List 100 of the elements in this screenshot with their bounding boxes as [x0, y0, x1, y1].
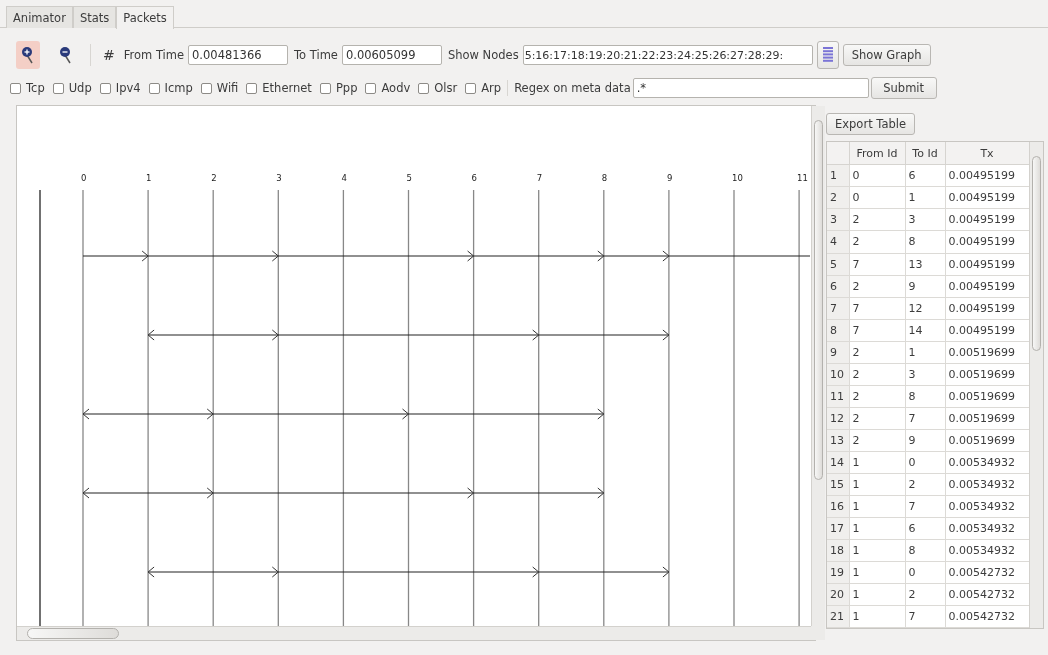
node-label: 4: [341, 173, 347, 183]
table-cell: 2: [849, 363, 905, 386]
table-cell: 7: [905, 495, 945, 518]
table-cell: 8: [905, 385, 945, 408]
zoom-in-icon: [21, 46, 35, 64]
submit-button[interactable]: Submit: [870, 77, 937, 99]
node-label: 6: [471, 173, 477, 183]
to-time-field[interactable]: 0.00605099: [341, 45, 442, 65]
node-label: 9: [666, 173, 673, 183]
node-label: 7: [536, 173, 543, 183]
row-number: 12: [827, 407, 849, 430]
table-cell: 2: [849, 208, 905, 231]
table-cell: 13: [905, 253, 945, 275]
regex-label: Regex on meta data: [514, 81, 631, 95]
row-number: 9: [827, 341, 849, 364]
table-cell: 1: [849, 495, 905, 518]
table-cell: 1: [849, 451, 905, 474]
to-time-label: To Time: [294, 48, 338, 62]
checkbox-label: Icmp: [164, 81, 193, 95]
row-number: 2: [827, 186, 849, 209]
column-header[interactable]: Tx: [945, 142, 1029, 165]
show-graph-button[interactable]: Show Graph: [842, 44, 931, 66]
show-nodes-label: Show Nodes: [447, 48, 519, 62]
checkbox[interactable]: [148, 82, 160, 94]
row-number: 1: [827, 164, 849, 187]
checkbox-label: Ipv4: [115, 81, 141, 95]
row-number: 14: [827, 451, 849, 474]
from-time-field[interactable]: 0.00481366: [188, 45, 289, 65]
table-cell: 7: [905, 407, 945, 430]
table-scrollbar[interactable]: [1029, 142, 1043, 628]
table-cell: 2: [849, 407, 905, 430]
checkbox[interactable]: [418, 82, 430, 94]
checkbox[interactable]: [319, 82, 331, 94]
table-cell: 7: [849, 319, 905, 342]
row-number: 11: [827, 385, 849, 408]
table-cell: 2: [849, 429, 905, 452]
row-number: 20: [827, 583, 849, 606]
table-cell: 1: [849, 473, 905, 496]
checkbox-label: Tcp: [26, 81, 45, 95]
row-number: 7: [827, 297, 849, 320]
table-cell: 1: [849, 583, 905, 606]
row-number: 13: [827, 429, 849, 452]
table-cell: 0: [849, 186, 905, 209]
table-cell: 6: [905, 164, 945, 187]
scrollbar-thumb[interactable]: [27, 628, 119, 639]
table-cell: 3: [905, 208, 945, 231]
export-table-button[interactable]: Export Table: [826, 113, 916, 135]
table-cell: 0: [905, 451, 945, 474]
table-cell: 0: [905, 561, 945, 584]
column-header[interactable]: To Id: [905, 142, 945, 165]
row-number: 16: [827, 495, 849, 518]
node-list-button[interactable]: [816, 41, 839, 69]
table-cell: 2: [849, 341, 905, 364]
horizontal-scrollbar[interactable]: [17, 626, 811, 640]
checkbox[interactable]: [99, 82, 111, 94]
checkbox-label: Ppp: [335, 81, 358, 95]
table-cell: 2: [905, 473, 945, 496]
row-number: 21: [827, 605, 849, 628]
table-cell: 2: [905, 583, 945, 606]
table-cell: 0: [849, 164, 905, 187]
checkbox-label: Arp: [481, 81, 502, 95]
row-number: 5: [827, 253, 849, 275]
table-cell: 12: [905, 297, 945, 320]
checkbox[interactable]: [200, 82, 212, 94]
checkbox-label: Wifi: [216, 81, 239, 95]
table-cell: 1: [849, 539, 905, 562]
tab[interactable]: Packets: [116, 6, 174, 29]
table-cell: 1: [849, 605, 905, 628]
column-header[interactable]: From Id: [849, 142, 905, 165]
hash-symbol: #: [103, 47, 115, 63]
table-cell: 2: [849, 275, 905, 298]
tab[interactable]: Stats: [72, 6, 117, 28]
table-cell: 3: [905, 363, 945, 386]
checkbox[interactable]: [246, 82, 258, 94]
row-number: 17: [827, 517, 849, 540]
row-number: 6: [827, 275, 849, 298]
tab[interactable]: Animator: [6, 6, 73, 28]
show-nodes-field[interactable]: 5:16:17:18:19:20:21:22:23:24:25:26:27:28:29:: [522, 45, 813, 65]
zoom-in-button[interactable]: [16, 41, 40, 69]
row-number: 15: [827, 473, 849, 496]
scrollbar-thumb[interactable]: [814, 120, 823, 480]
scrollbar-thumb[interactable]: [1032, 156, 1041, 351]
zoom-out-icon: [59, 46, 73, 64]
row-number: 18: [827, 539, 849, 562]
row-number: 3: [827, 208, 849, 231]
table-cell: 1: [849, 517, 905, 540]
row-number: 8: [827, 319, 849, 342]
checkbox-label: Udp: [68, 81, 92, 95]
checkbox-label: Olsr: [434, 81, 458, 95]
row-number: 4: [827, 231, 849, 253]
table-cell: 1: [849, 561, 905, 584]
vertical-scrollbar[interactable]: [811, 106, 825, 626]
checkbox[interactable]: [465, 82, 477, 94]
table-cell: 8: [905, 231, 945, 253]
checkbox[interactable]: [365, 82, 377, 94]
table-cell: 7: [905, 605, 945, 628]
from-time-label: From Time: [123, 48, 185, 62]
checkbox[interactable]: [52, 82, 64, 94]
regex-field[interactable]: .*: [632, 78, 869, 98]
checkbox[interactable]: [10, 82, 21, 94]
